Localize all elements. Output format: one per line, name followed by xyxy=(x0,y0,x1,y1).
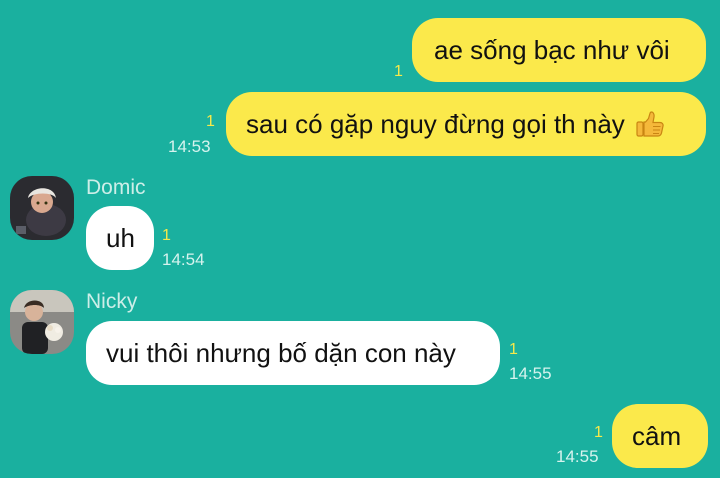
message-bubble-outgoing[interactable]: ae sống bạc như vôi xyxy=(412,18,706,82)
message-timestamp: 14:54 xyxy=(162,250,205,269)
unread-count: 1 xyxy=(162,227,171,244)
sender-name: Nicky xyxy=(86,290,138,313)
sender-name: Domic xyxy=(86,176,146,199)
message-bubble-incoming[interactable]: uh xyxy=(86,206,154,270)
message-bubble-outgoing[interactable]: câm xyxy=(612,404,708,468)
message-text: uh xyxy=(106,222,135,253)
message-timestamp: 14:55 xyxy=(509,364,552,383)
unread-count: 1 xyxy=(594,424,603,441)
unread-count: 1 xyxy=(509,341,518,358)
thumbs-up-icon xyxy=(636,111,664,137)
avatar[interactable] xyxy=(10,290,74,354)
unread-count: 1 xyxy=(394,63,403,80)
message-text: câm xyxy=(632,420,682,451)
message-text: sau có gặp nguy đừng gọi th này xyxy=(246,108,625,139)
message-text: ae sống bạc như vôi xyxy=(434,34,670,65)
message-timestamp: 14:55 xyxy=(556,447,599,466)
message-text: vui thôi nhưng bố dặn con này xyxy=(106,337,456,368)
message-bubble-incoming[interactable]: vui thôi nhưng bố dặn con này xyxy=(86,321,500,385)
unread-count: 1 xyxy=(206,113,215,130)
message-timestamp: 14:53 xyxy=(168,137,211,156)
message-bubble-outgoing[interactable]: sau có gặp nguy đừng gọi th này xyxy=(226,92,706,156)
avatar[interactable] xyxy=(10,176,74,240)
